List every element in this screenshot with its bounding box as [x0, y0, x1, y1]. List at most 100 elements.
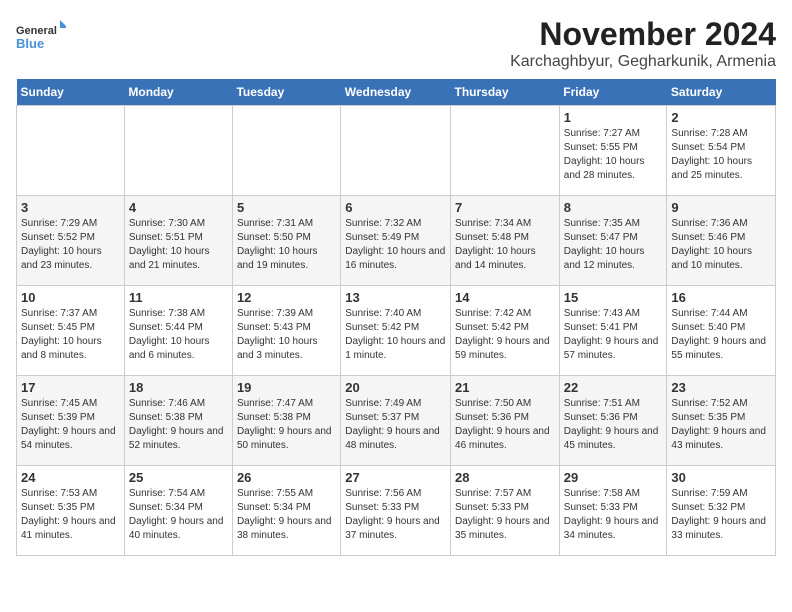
day-info: Sunrise: 7:46 AM Sunset: 5:38 PM Dayligh… — [129, 397, 228, 453]
day-number: 5 — [237, 200, 336, 215]
day-number: 6 — [345, 200, 446, 215]
day-number: 26 — [237, 470, 336, 485]
day-info: Sunrise: 7:47 AM Sunset: 5:38 PM Dayligh… — [237, 397, 336, 453]
day-info: Sunrise: 7:54 AM Sunset: 5:34 PM Dayligh… — [129, 487, 228, 543]
day-cell: 24 Sunrise: 7:53 AM Sunset: 5:35 PM Dayli… — [17, 466, 125, 556]
day-number: 15 — [564, 290, 663, 305]
day-cell — [341, 106, 451, 196]
weekday-header-sunday: Sunday — [17, 79, 125, 106]
day-number: 19 — [237, 380, 336, 395]
day-info: Sunrise: 7:32 AM Sunset: 5:49 PM Dayligh… — [345, 217, 446, 273]
day-cell — [451, 106, 560, 196]
day-number: 28 — [455, 470, 555, 485]
day-number: 29 — [564, 470, 663, 485]
weekday-header-friday: Friday — [559, 79, 667, 106]
weekday-header-saturday: Saturday — [667, 79, 776, 106]
day-info: Sunrise: 7:51 AM Sunset: 5:36 PM Dayligh… — [564, 397, 663, 453]
day-number: 11 — [129, 290, 228, 305]
day-cell: 17Sunrise: 7:45 AM Sunset: 5:39 PM Dayli… — [17, 376, 125, 466]
day-info: Sunrise: 7:44 AM Sunset: 5:40 PM Dayligh… — [671, 307, 771, 363]
day-number: 20 — [345, 380, 446, 395]
week-row-3: 10Sunrise: 7:37 AM Sunset: 5:45 PM Dayli… — [17, 286, 776, 376]
day-info: Sunrise: 7:58 AM Sunset: 5:33 PM Dayligh… — [564, 487, 663, 543]
day-cell: 3 Sunrise: 7:29 AM Sunset: 5:52 PM Daylig… — [17, 196, 125, 286]
day-cell: 8 Sunrise: 7:35 AM Sunset: 5:47 PM Daylig… — [559, 196, 667, 286]
day-info: Sunrise: 7:28 AM Sunset: 5:54 PM Dayligh… — [671, 127, 771, 183]
day-info: Sunrise: 7:43 AM Sunset: 5:41 PM Dayligh… — [564, 307, 663, 363]
day-number: 4 — [129, 200, 228, 215]
day-cell: 18 Sunrise: 7:46 AM Sunset: 5:38 PM Dayli… — [124, 376, 232, 466]
day-number: 18 — [129, 380, 228, 395]
day-info: Sunrise: 7:39 AM Sunset: 5:43 PM Dayligh… — [237, 307, 336, 363]
day-cell: 20 Sunrise: 7:49 AM Sunset: 5:37 PM Dayli… — [341, 376, 451, 466]
day-info: Sunrise: 7:50 AM Sunset: 5:36 PM Dayligh… — [455, 397, 555, 453]
day-number: 16 — [671, 290, 771, 305]
weekday-header-row: SundayMondayTuesdayWednesdayThursdayFrid… — [17, 79, 776, 106]
title-area: November 2024 Karchaghbyur, Gegharkunik,… — [510, 16, 776, 71]
day-cell — [17, 106, 125, 196]
day-cell: 1 Sunrise: 7:27 AM Sunset: 5:55 PM Daylig… — [559, 106, 667, 196]
week-row-1: 1 Sunrise: 7:27 AM Sunset: 5:55 PM Daylig… — [17, 106, 776, 196]
day-info: Sunrise: 7:35 AM Sunset: 5:47 PM Dayligh… — [564, 217, 663, 273]
day-info: Sunrise: 7:38 AM Sunset: 5:44 PM Dayligh… — [129, 307, 228, 363]
logo-svg: General Blue — [16, 16, 66, 56]
day-info: Sunrise: 7:36 AM Sunset: 5:46 PM Dayligh… — [671, 217, 771, 273]
day-cell: 30Sunrise: 7:59 AM Sunset: 5:32 PM Dayli… — [667, 466, 776, 556]
day-number: 25 — [129, 470, 228, 485]
header: General Blue November 2024 Karchaghbyur,… — [16, 16, 776, 71]
day-number: 22 — [564, 380, 663, 395]
day-cell: 23 Sunrise: 7:52 AM Sunset: 5:35 PM Dayli… — [667, 376, 776, 466]
day-number: 2 — [671, 110, 771, 125]
day-cell: 15 Sunrise: 7:43 AM Sunset: 5:41 PM Dayli… — [559, 286, 667, 376]
day-number: 23 — [671, 380, 771, 395]
week-row-5: 24 Sunrise: 7:53 AM Sunset: 5:35 PM Dayli… — [17, 466, 776, 556]
day-info: Sunrise: 7:56 AM Sunset: 5:33 PM Dayligh… — [345, 487, 446, 543]
day-info: Sunrise: 7:34 AM Sunset: 5:48 PM Dayligh… — [455, 217, 555, 273]
weekday-header-tuesday: Tuesday — [232, 79, 340, 106]
logo: General Blue — [16, 16, 66, 56]
day-cell: 14 Sunrise: 7:42 AM Sunset: 5:42 PM Dayli… — [451, 286, 560, 376]
day-info: Sunrise: 7:29 AM Sunset: 5:52 PM Dayligh… — [21, 217, 120, 273]
day-cell — [232, 106, 340, 196]
day-number: 7 — [455, 200, 555, 215]
day-info: Sunrise: 7:53 AM Sunset: 5:35 PM Dayligh… — [21, 487, 120, 543]
week-row-2: 3 Sunrise: 7:29 AM Sunset: 5:52 PM Daylig… — [17, 196, 776, 286]
day-number: 3 — [21, 200, 120, 215]
day-cell: 5 Sunrise: 7:31 AM Sunset: 5:50 PM Daylig… — [232, 196, 340, 286]
day-cell: 13Sunrise: 7:40 AM Sunset: 5:42 PM Dayli… — [341, 286, 451, 376]
day-info: Sunrise: 7:27 AM Sunset: 5:55 PM Dayligh… — [564, 127, 663, 183]
day-info: Sunrise: 7:42 AM Sunset: 5:42 PM Dayligh… — [455, 307, 555, 363]
day-cell: 2 Sunrise: 7:28 AM Sunset: 5:54 PM Daylig… — [667, 106, 776, 196]
day-number: 12 — [237, 290, 336, 305]
day-cell: 11 Sunrise: 7:38 AM Sunset: 5:44 PM Dayli… — [124, 286, 232, 376]
day-info: Sunrise: 7:49 AM Sunset: 5:37 PM Dayligh… — [345, 397, 446, 453]
day-info: Sunrise: 7:57 AM Sunset: 5:33 PM Dayligh… — [455, 487, 555, 543]
day-cell: 9Sunrise: 7:36 AM Sunset: 5:46 PM Daylig… — [667, 196, 776, 286]
day-cell: 19 Sunrise: 7:47 AM Sunset: 5:38 PM Dayli… — [232, 376, 340, 466]
day-number: 8 — [564, 200, 663, 215]
day-cell: 12 Sunrise: 7:39 AM Sunset: 5:43 PM Dayli… — [232, 286, 340, 376]
weekday-header-monday: Monday — [124, 79, 232, 106]
calendar-table: SundayMondayTuesdayWednesdayThursdayFrid… — [16, 79, 776, 556]
month-title: November 2024 — [510, 16, 776, 53]
day-info: Sunrise: 7:52 AM Sunset: 5:35 PM Dayligh… — [671, 397, 771, 453]
day-cell: 26 Sunrise: 7:55 AM Sunset: 5:34 PM Dayli… — [232, 466, 340, 556]
day-cell: 4 Sunrise: 7:30 AM Sunset: 5:51 PM Daylig… — [124, 196, 232, 286]
week-row-4: 17Sunrise: 7:45 AM Sunset: 5:39 PM Dayli… — [17, 376, 776, 466]
svg-text:Blue: Blue — [16, 36, 44, 51]
day-info: Sunrise: 7:37 AM Sunset: 5:45 PM Dayligh… — [21, 307, 120, 363]
day-number: 30 — [671, 470, 771, 485]
day-cell: 16 Sunrise: 7:44 AM Sunset: 5:40 PM Dayli… — [667, 286, 776, 376]
day-cell: 7 Sunrise: 7:34 AM Sunset: 5:48 PM Daylig… — [451, 196, 560, 286]
day-number: 27 — [345, 470, 446, 485]
day-info: Sunrise: 7:55 AM Sunset: 5:34 PM Dayligh… — [237, 487, 336, 543]
day-info: Sunrise: 7:31 AM Sunset: 5:50 PM Dayligh… — [237, 217, 336, 273]
day-info: Sunrise: 7:30 AM Sunset: 5:51 PM Dayligh… — [129, 217, 228, 273]
location-title: Karchaghbyur, Gegharkunik, Armenia — [510, 53, 776, 71]
weekday-header-thursday: Thursday — [451, 79, 560, 106]
day-info: Sunrise: 7:40 AM Sunset: 5:42 PM Dayligh… — [345, 307, 446, 363]
day-info: Sunrise: 7:45 AM Sunset: 5:39 PM Dayligh… — [21, 397, 120, 453]
day-number: 1 — [564, 110, 663, 125]
day-number: 24 — [21, 470, 120, 485]
day-number: 14 — [455, 290, 555, 305]
